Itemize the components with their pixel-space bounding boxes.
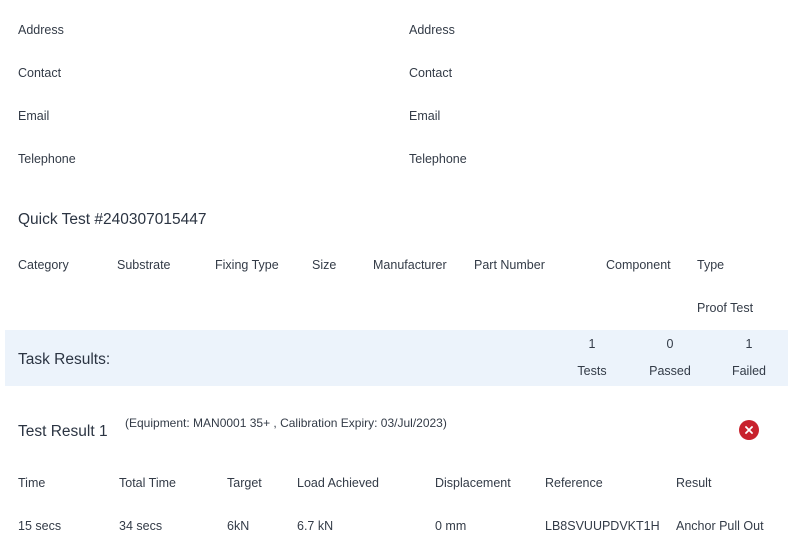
displacement-cell: 0 mm	[435, 519, 467, 533]
column-header-total-time: Total Time	[119, 476, 176, 490]
column-header-reference: Reference	[545, 476, 603, 490]
total-time-cell: 34 secs	[119, 519, 163, 533]
time-cell: 15 secs	[18, 519, 62, 533]
column-header-fixing-type: Fixing Type	[215, 258, 279, 272]
contact-label: Contact	[409, 66, 453, 80]
column-header-category: Category	[18, 258, 69, 272]
address-label: Address	[409, 23, 455, 37]
column-header-type: Type	[697, 258, 725, 272]
failed-label: Failed	[731, 364, 767, 378]
column-header-substrate: Substrate	[117, 258, 171, 272]
column-header-result: Result	[676, 476, 712, 490]
column-header-component: Component	[606, 258, 671, 272]
reference-cell: LB8SVUUPDVKT1H	[545, 519, 660, 533]
address-label: Address	[18, 23, 64, 37]
result-cell: Anchor Pull Out	[676, 519, 764, 533]
contact-label: Contact	[18, 66, 62, 80]
close-circle-icon	[739, 420, 759, 440]
telephone-label: Telephone	[409, 152, 467, 166]
task-results-label: Task Results:	[18, 351, 111, 368]
close-icon	[745, 426, 753, 434]
column-header-load-achieved: Load Achieved	[297, 476, 380, 490]
load-achieved-cell: 6.7 kN	[297, 519, 334, 533]
column-header-target: Target	[227, 476, 262, 490]
passed-count: 0	[666, 337, 674, 351]
target-cell: 6kN	[227, 519, 250, 533]
column-header-part-number: Part Number	[474, 258, 545, 272]
passed-label: Passed	[649, 364, 691, 378]
column-header-displacement: Displacement	[435, 476, 511, 490]
column-header-manufacturer: Manufacturer	[373, 258, 447, 272]
column-header-size: Size	[312, 258, 337, 272]
tests-count: 1	[588, 337, 596, 351]
email-label: Email	[18, 109, 50, 123]
tests-label: Tests	[577, 364, 607, 378]
column-header-time: Time	[18, 476, 46, 490]
equipment-info: (Equipment: MAN0001 35+ , Calibration Ex…	[125, 416, 447, 430]
email-label: Email	[409, 109, 441, 123]
test-result-title: Test Result 1	[18, 423, 108, 440]
telephone-label: Telephone	[18, 152, 76, 166]
type-value: Proof Test	[697, 301, 754, 315]
failed-count: 1	[745, 337, 753, 351]
quick-test-title: Quick Test #240307015447	[18, 211, 207, 228]
